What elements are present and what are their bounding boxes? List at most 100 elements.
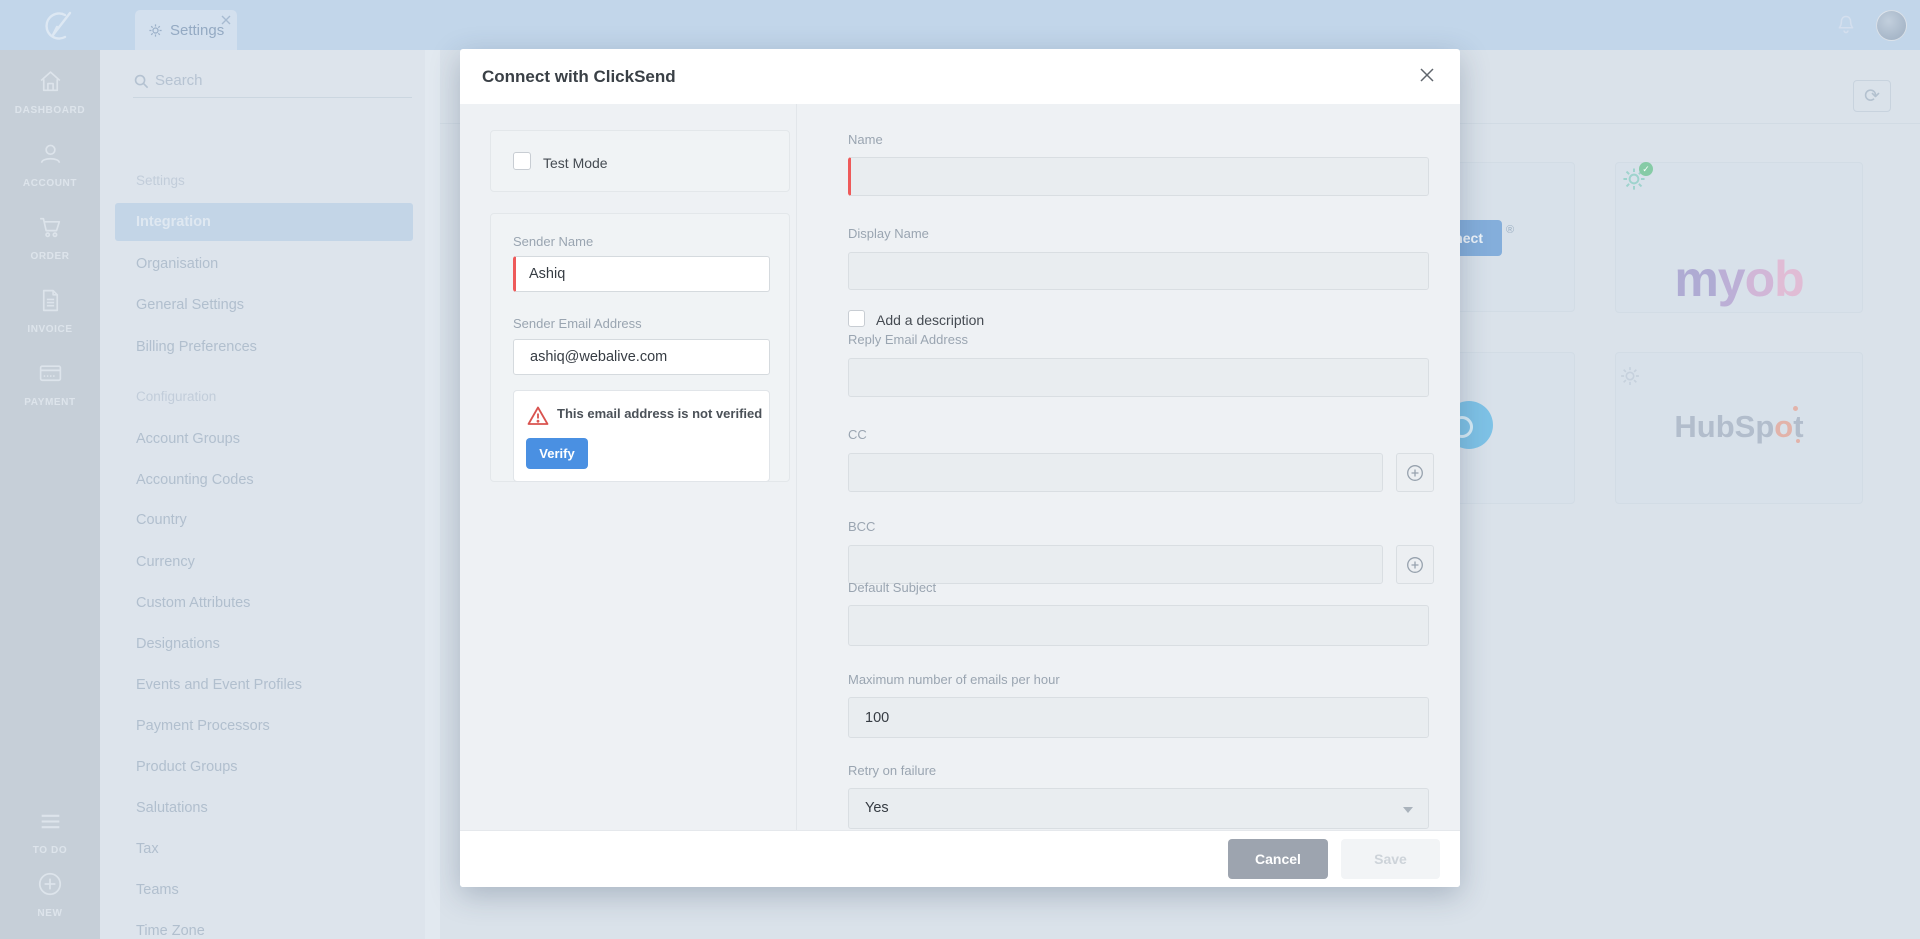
max-emails-field[interactable] bbox=[848, 697, 1429, 738]
app-logo-icon bbox=[38, 10, 82, 42]
rail-item-label: ORDER bbox=[0, 251, 100, 262]
sidebar-item-payment-processors[interactable]: Payment Processors bbox=[100, 707, 425, 745]
warning-triangle-icon bbox=[526, 404, 550, 428]
test-mode-label: Test Mode bbox=[543, 155, 608, 171]
search-underline bbox=[133, 97, 412, 98]
user-avatar[interactable] bbox=[1876, 10, 1907, 41]
connected-check-icon: ✓ bbox=[1639, 162, 1653, 176]
sender-email-label: Sender Email Address bbox=[513, 316, 642, 331]
sidebar-item-designations[interactable]: Designations bbox=[100, 625, 425, 663]
sidebar-item-integration[interactable]: Integration bbox=[115, 203, 413, 241]
home-icon bbox=[0, 68, 100, 95]
sender-name-label: Sender Name bbox=[513, 234, 593, 249]
test-mode-checkbox[interactable] bbox=[513, 152, 531, 170]
rail-item-label: DASHBOARD bbox=[0, 105, 100, 116]
connect-clicksend-modal: Connect with ClickSend Test Mode Sender … bbox=[460, 49, 1460, 887]
app-root: Settings DASHBOARD bbox=[0, 0, 1920, 939]
refresh-icon[interactable]: ⟳ bbox=[1853, 80, 1891, 112]
modal-title: Connect with ClickSend bbox=[482, 67, 676, 87]
name-field[interactable] bbox=[848, 157, 1429, 196]
cc-add-icon[interactable] bbox=[1396, 453, 1434, 492]
save-button[interactable]: Save bbox=[1341, 839, 1440, 879]
sidebar-item-accounting-codes[interactable]: Accounting Codes bbox=[100, 461, 425, 499]
hubspot-sprocket-o: o bbox=[1774, 409, 1793, 445]
cc-label: CC bbox=[848, 427, 867, 442]
registered-trademark: ® bbox=[1506, 224, 1514, 236]
retry-on-failure-label: Retry on failure bbox=[848, 763, 936, 778]
default-subject-label: Default Subject bbox=[848, 580, 936, 595]
sidebar-item-salutations[interactable]: Salutations bbox=[100, 789, 425, 827]
rail-item-todo[interactable]: TO DO bbox=[0, 808, 100, 856]
sidebar-item-product-groups[interactable]: Product Groups bbox=[100, 748, 425, 786]
rail-item-dashboard[interactable]: DASHBOARD bbox=[0, 68, 100, 116]
modal-footer: Cancel Save bbox=[460, 830, 1460, 887]
rail-item-label: ACCOUNT bbox=[0, 178, 100, 189]
menu-section-settings: Settings bbox=[100, 162, 425, 200]
rail-item-label: NEW bbox=[0, 908, 100, 919]
myob-logo: myob bbox=[1615, 204, 1863, 354]
sidebar-item-tax[interactable]: Tax bbox=[100, 830, 425, 868]
add-description-label: Add a description bbox=[876, 312, 984, 328]
reply-email-field[interactable] bbox=[848, 358, 1429, 397]
sidebar-item-billing-preferences[interactable]: Billing Preferences bbox=[100, 328, 425, 366]
modal-body: Test Mode Sender Name Sender Email Addre… bbox=[460, 104, 1460, 830]
rail-item-payment[interactable]: PAYMENT bbox=[0, 360, 100, 408]
sidebar-item-account-groups[interactable]: Account Groups bbox=[100, 420, 425, 458]
tab-settings[interactable]: Settings bbox=[135, 10, 237, 50]
icon-rail: DASHBOARD ACCOUNT ORDER bbox=[0, 50, 100, 939]
invoice-icon bbox=[0, 287, 100, 314]
search-icon bbox=[133, 73, 150, 90]
topbar: Settings bbox=[0, 0, 1920, 50]
sidebar-item-custom-attributes[interactable]: Custom Attributes bbox=[100, 584, 425, 622]
tab-close-icon[interactable] bbox=[220, 14, 232, 26]
max-emails-label: Maximum number of emails per hour bbox=[848, 672, 1060, 687]
plus-circle-icon bbox=[0, 870, 100, 898]
cancel-button[interactable]: Cancel bbox=[1228, 839, 1328, 879]
cart-icon bbox=[0, 214, 100, 241]
rail-item-label: PAYMENT bbox=[0, 397, 100, 408]
rail-item-invoice[interactable]: INVOICE bbox=[0, 287, 100, 335]
notifications-bell-icon[interactable] bbox=[1834, 13, 1858, 37]
close-icon[interactable] bbox=[1418, 66, 1436, 84]
bcc-label: BCC bbox=[848, 519, 875, 534]
test-mode-card: Test Mode bbox=[490, 130, 790, 192]
rail-item-new[interactable]: NEW bbox=[0, 870, 100, 919]
gear-icon bbox=[148, 23, 163, 38]
search-input[interactable] bbox=[155, 65, 390, 95]
menu-section-configuration: Configuration bbox=[100, 378, 425, 416]
email-not-verified-text: This email address is not verified bbox=[557, 406, 762, 421]
display-name-label: Display Name bbox=[848, 226, 929, 241]
menu-scrollbar-track[interactable] bbox=[425, 50, 440, 939]
todo-list-icon bbox=[0, 808, 100, 835]
rail-item-order[interactable]: ORDER bbox=[0, 214, 100, 262]
sidebar-item-country[interactable]: Country bbox=[100, 501, 425, 539]
tab-settings-label: Settings bbox=[170, 22, 224, 39]
sender-name-field[interactable] bbox=[513, 256, 770, 292]
settings-menu-panel: Settings Integration Organisation Genera… bbox=[100, 50, 425, 939]
sender-email-field[interactable] bbox=[513, 339, 770, 375]
retry-on-failure-select[interactable]: Yes bbox=[848, 788, 1429, 829]
sidebar-item-time-zone[interactable]: Time Zone bbox=[100, 912, 425, 939]
sidebar-item-organisation[interactable]: Organisation bbox=[100, 245, 425, 283]
account-icon bbox=[0, 141, 100, 168]
bcc-field[interactable] bbox=[848, 545, 1383, 584]
display-name-field[interactable] bbox=[848, 252, 1429, 290]
sender-card: Sender Name Sender Email Address This em… bbox=[490, 213, 790, 482]
default-subject-field[interactable] bbox=[848, 605, 1429, 646]
sidebar-item-events-profiles[interactable]: Events and Event Profiles bbox=[100, 666, 425, 704]
add-description-checkbox[interactable] bbox=[848, 310, 865, 327]
rail-item-account[interactable]: ACCOUNT bbox=[0, 141, 100, 189]
cc-field[interactable] bbox=[848, 453, 1383, 492]
verify-button[interactable]: Verify bbox=[526, 438, 588, 469]
hubspot-logo: HubSpot bbox=[1615, 352, 1863, 502]
bcc-add-icon[interactable] bbox=[1396, 545, 1434, 584]
sidebar-item-general-settings[interactable]: General Settings bbox=[100, 286, 425, 324]
chevron-down-icon bbox=[1403, 807, 1413, 813]
retry-selected-value: Yes bbox=[865, 800, 889, 816]
modal-column-divider bbox=[796, 104, 797, 830]
rail-item-label: INVOICE bbox=[0, 324, 100, 335]
sidebar-item-teams[interactable]: Teams bbox=[100, 871, 425, 909]
email-not-verified-box: This email address is not verified Verif… bbox=[513, 390, 770, 482]
credit-card-icon bbox=[0, 360, 100, 387]
sidebar-item-currency[interactable]: Currency bbox=[100, 543, 425, 581]
